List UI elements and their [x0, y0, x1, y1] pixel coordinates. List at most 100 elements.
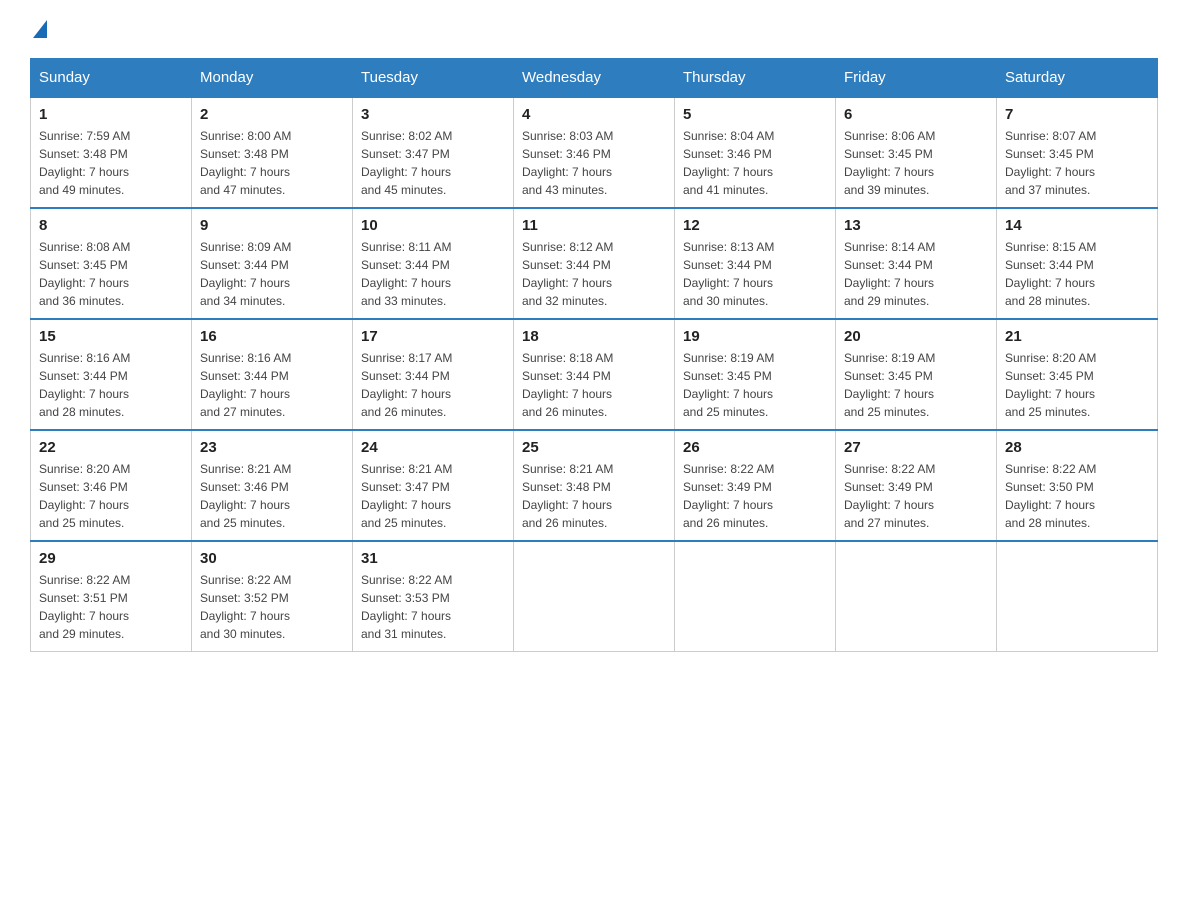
- logo-arrow-icon: [33, 20, 47, 38]
- day-info: Sunrise: 8:22 AMSunset: 3:49 PMDaylight:…: [844, 460, 988, 532]
- day-info: Sunrise: 8:19 AMSunset: 3:45 PMDaylight:…: [844, 349, 988, 421]
- day-number: 20: [844, 328, 988, 345]
- logo: [30, 20, 47, 38]
- day-info: Sunrise: 8:07 AMSunset: 3:45 PMDaylight:…: [1005, 127, 1149, 199]
- calendar-cell: 25 Sunrise: 8:21 AMSunset: 3:48 PMDayligh…: [514, 430, 675, 541]
- calendar-cell: 12Sunrise: 8:13 AMSunset: 3:44 PMDayligh…: [675, 208, 836, 319]
- calendar-cell: 27 Sunrise: 8:22 AMSunset: 3:49 PMDayligh…: [836, 430, 997, 541]
- day-headers-row: SundayMondayTuesdayWednesdayThursdayFrid…: [31, 59, 1158, 98]
- day-header-wednesday: Wednesday: [514, 59, 675, 98]
- day-number: 8: [39, 217, 183, 234]
- calendar-cell: 15 Sunrise: 8:16 AMSunset: 3:44 PMDayligh…: [31, 319, 192, 430]
- calendar-cell: 7 Sunrise: 8:07 AMSunset: 3:45 PMDaylight…: [997, 97, 1158, 208]
- calendar-cell: 5 Sunrise: 8:04 AMSunset: 3:46 PMDaylight…: [675, 97, 836, 208]
- day-info: Sunrise: 8:11 AMSunset: 3:44 PMDaylight:…: [361, 238, 505, 310]
- day-number: 16: [200, 328, 344, 345]
- calendar-cell: [514, 541, 675, 652]
- day-header-saturday: Saturday: [997, 59, 1158, 98]
- day-number: 7: [1005, 106, 1149, 123]
- calendar-week-row: 1Sunrise: 7:59 AMSunset: 3:48 PMDaylight…: [31, 97, 1158, 208]
- calendar-cell: 2 Sunrise: 8:00 AMSunset: 3:48 PMDaylight…: [192, 97, 353, 208]
- day-info: Sunrise: 8:04 AMSunset: 3:46 PMDaylight:…: [683, 127, 827, 199]
- day-info: Sunrise: 8:03 AMSunset: 3:46 PMDaylight:…: [522, 127, 666, 199]
- day-header-friday: Friday: [836, 59, 997, 98]
- day-info: Sunrise: 8:17 AMSunset: 3:44 PMDaylight:…: [361, 349, 505, 421]
- day-info: Sunrise: 8:22 AMSunset: 3:51 PMDaylight:…: [39, 571, 183, 643]
- day-info: Sunrise: 8:15 AMSunset: 3:44 PMDaylight:…: [1005, 238, 1149, 310]
- day-header-monday: Monday: [192, 59, 353, 98]
- day-number: 31: [361, 550, 505, 567]
- day-number: 21: [1005, 328, 1149, 345]
- day-info: Sunrise: 8:02 AMSunset: 3:47 PMDaylight:…: [361, 127, 505, 199]
- day-info: Sunrise: 8:13 AMSunset: 3:44 PMDaylight:…: [683, 238, 827, 310]
- day-number: 27: [844, 439, 988, 456]
- calendar-cell: 11 Sunrise: 8:12 AMSunset: 3:44 PMDayligh…: [514, 208, 675, 319]
- day-number: 14: [1005, 217, 1149, 234]
- calendar-cell: 19 Sunrise: 8:19 AMSunset: 3:45 PMDayligh…: [675, 319, 836, 430]
- calendar-cell: 16 Sunrise: 8:16 AMSunset: 3:44 PMDayligh…: [192, 319, 353, 430]
- calendar-cell: 13 Sunrise: 8:14 AMSunset: 3:44 PMDayligh…: [836, 208, 997, 319]
- calendar-cell: 28 Sunrise: 8:22 AMSunset: 3:50 PMDayligh…: [997, 430, 1158, 541]
- calendar-cell: 3 Sunrise: 8:02 AMSunset: 3:47 PMDaylight…: [353, 97, 514, 208]
- day-number: 9: [200, 217, 344, 234]
- day-number: 22: [39, 439, 183, 456]
- calendar-table: SundayMondayTuesdayWednesdayThursdayFrid…: [30, 58, 1158, 652]
- day-number: 24: [361, 439, 505, 456]
- day-number: 18: [522, 328, 666, 345]
- calendar-cell: 24 Sunrise: 8:21 AMSunset: 3:47 PMDayligh…: [353, 430, 514, 541]
- day-info: Sunrise: 8:14 AMSunset: 3:44 PMDaylight:…: [844, 238, 988, 310]
- day-number: 23: [200, 439, 344, 456]
- day-info: Sunrise: 8:18 AMSunset: 3:44 PMDaylight:…: [522, 349, 666, 421]
- day-info: Sunrise: 8:21 AMSunset: 3:46 PMDaylight:…: [200, 460, 344, 532]
- calendar-cell: 22Sunrise: 8:20 AMSunset: 3:46 PMDayligh…: [31, 430, 192, 541]
- day-header-tuesday: Tuesday: [353, 59, 514, 98]
- calendar-cell: [675, 541, 836, 652]
- day-info: Sunrise: 8:16 AMSunset: 3:44 PMDaylight:…: [200, 349, 344, 421]
- calendar-cell: 26Sunrise: 8:22 AMSunset: 3:49 PMDayligh…: [675, 430, 836, 541]
- day-number: 26: [683, 439, 827, 456]
- calendar-week-row: 29 Sunrise: 8:22 AMSunset: 3:51 PMDayligh…: [31, 541, 1158, 652]
- day-number: 5: [683, 106, 827, 123]
- day-number: 10: [361, 217, 505, 234]
- calendar-cell: 14 Sunrise: 8:15 AMSunset: 3:44 PMDayligh…: [997, 208, 1158, 319]
- day-number: 13: [844, 217, 988, 234]
- day-info: Sunrise: 8:09 AMSunset: 3:44 PMDaylight:…: [200, 238, 344, 310]
- calendar-cell: [836, 541, 997, 652]
- day-info: Sunrise: 8:12 AMSunset: 3:44 PMDaylight:…: [522, 238, 666, 310]
- calendar-cell: 20 Sunrise: 8:19 AMSunset: 3:45 PMDayligh…: [836, 319, 997, 430]
- day-number: 15: [39, 328, 183, 345]
- day-header-sunday: Sunday: [31, 59, 192, 98]
- day-info: Sunrise: 8:19 AMSunset: 3:45 PMDaylight:…: [683, 349, 827, 421]
- calendar-cell: 8Sunrise: 8:08 AMSunset: 3:45 PMDaylight…: [31, 208, 192, 319]
- calendar-week-row: 22Sunrise: 8:20 AMSunset: 3:46 PMDayligh…: [31, 430, 1158, 541]
- day-number: 30: [200, 550, 344, 567]
- day-number: 4: [522, 106, 666, 123]
- calendar-cell: 30 Sunrise: 8:22 AMSunset: 3:52 PMDayligh…: [192, 541, 353, 652]
- day-number: 3: [361, 106, 505, 123]
- day-info: Sunrise: 8:22 AMSunset: 3:53 PMDaylight:…: [361, 571, 505, 643]
- day-number: 17: [361, 328, 505, 345]
- day-header-thursday: Thursday: [675, 59, 836, 98]
- calendar-cell: 4 Sunrise: 8:03 AMSunset: 3:46 PMDaylight…: [514, 97, 675, 208]
- calendar-cell: 9 Sunrise: 8:09 AMSunset: 3:44 PMDaylight…: [192, 208, 353, 319]
- calendar-cell: 10 Sunrise: 8:11 AMSunset: 3:44 PMDayligh…: [353, 208, 514, 319]
- day-info: Sunrise: 8:16 AMSunset: 3:44 PMDaylight:…: [39, 349, 183, 421]
- calendar-week-row: 15 Sunrise: 8:16 AMSunset: 3:44 PMDayligh…: [31, 319, 1158, 430]
- day-number: 29: [39, 550, 183, 567]
- calendar-cell: 23 Sunrise: 8:21 AMSunset: 3:46 PMDayligh…: [192, 430, 353, 541]
- calendar-week-row: 8Sunrise: 8:08 AMSunset: 3:45 PMDaylight…: [31, 208, 1158, 319]
- day-number: 11: [522, 217, 666, 234]
- calendar-cell: [997, 541, 1158, 652]
- day-number: 2: [200, 106, 344, 123]
- day-number: 1: [39, 106, 183, 123]
- day-info: Sunrise: 8:22 AMSunset: 3:50 PMDaylight:…: [1005, 460, 1149, 532]
- day-info: Sunrise: 8:00 AMSunset: 3:48 PMDaylight:…: [200, 127, 344, 199]
- calendar-cell: 21Sunrise: 8:20 AMSunset: 3:45 PMDayligh…: [997, 319, 1158, 430]
- day-number: 19: [683, 328, 827, 345]
- day-info: Sunrise: 8:21 AMSunset: 3:48 PMDaylight:…: [522, 460, 666, 532]
- calendar-cell: 1Sunrise: 7:59 AMSunset: 3:48 PMDaylight…: [31, 97, 192, 208]
- day-number: 25: [522, 439, 666, 456]
- day-info: Sunrise: 8:22 AMSunset: 3:52 PMDaylight:…: [200, 571, 344, 643]
- day-number: 28: [1005, 439, 1149, 456]
- day-info: Sunrise: 8:21 AMSunset: 3:47 PMDaylight:…: [361, 460, 505, 532]
